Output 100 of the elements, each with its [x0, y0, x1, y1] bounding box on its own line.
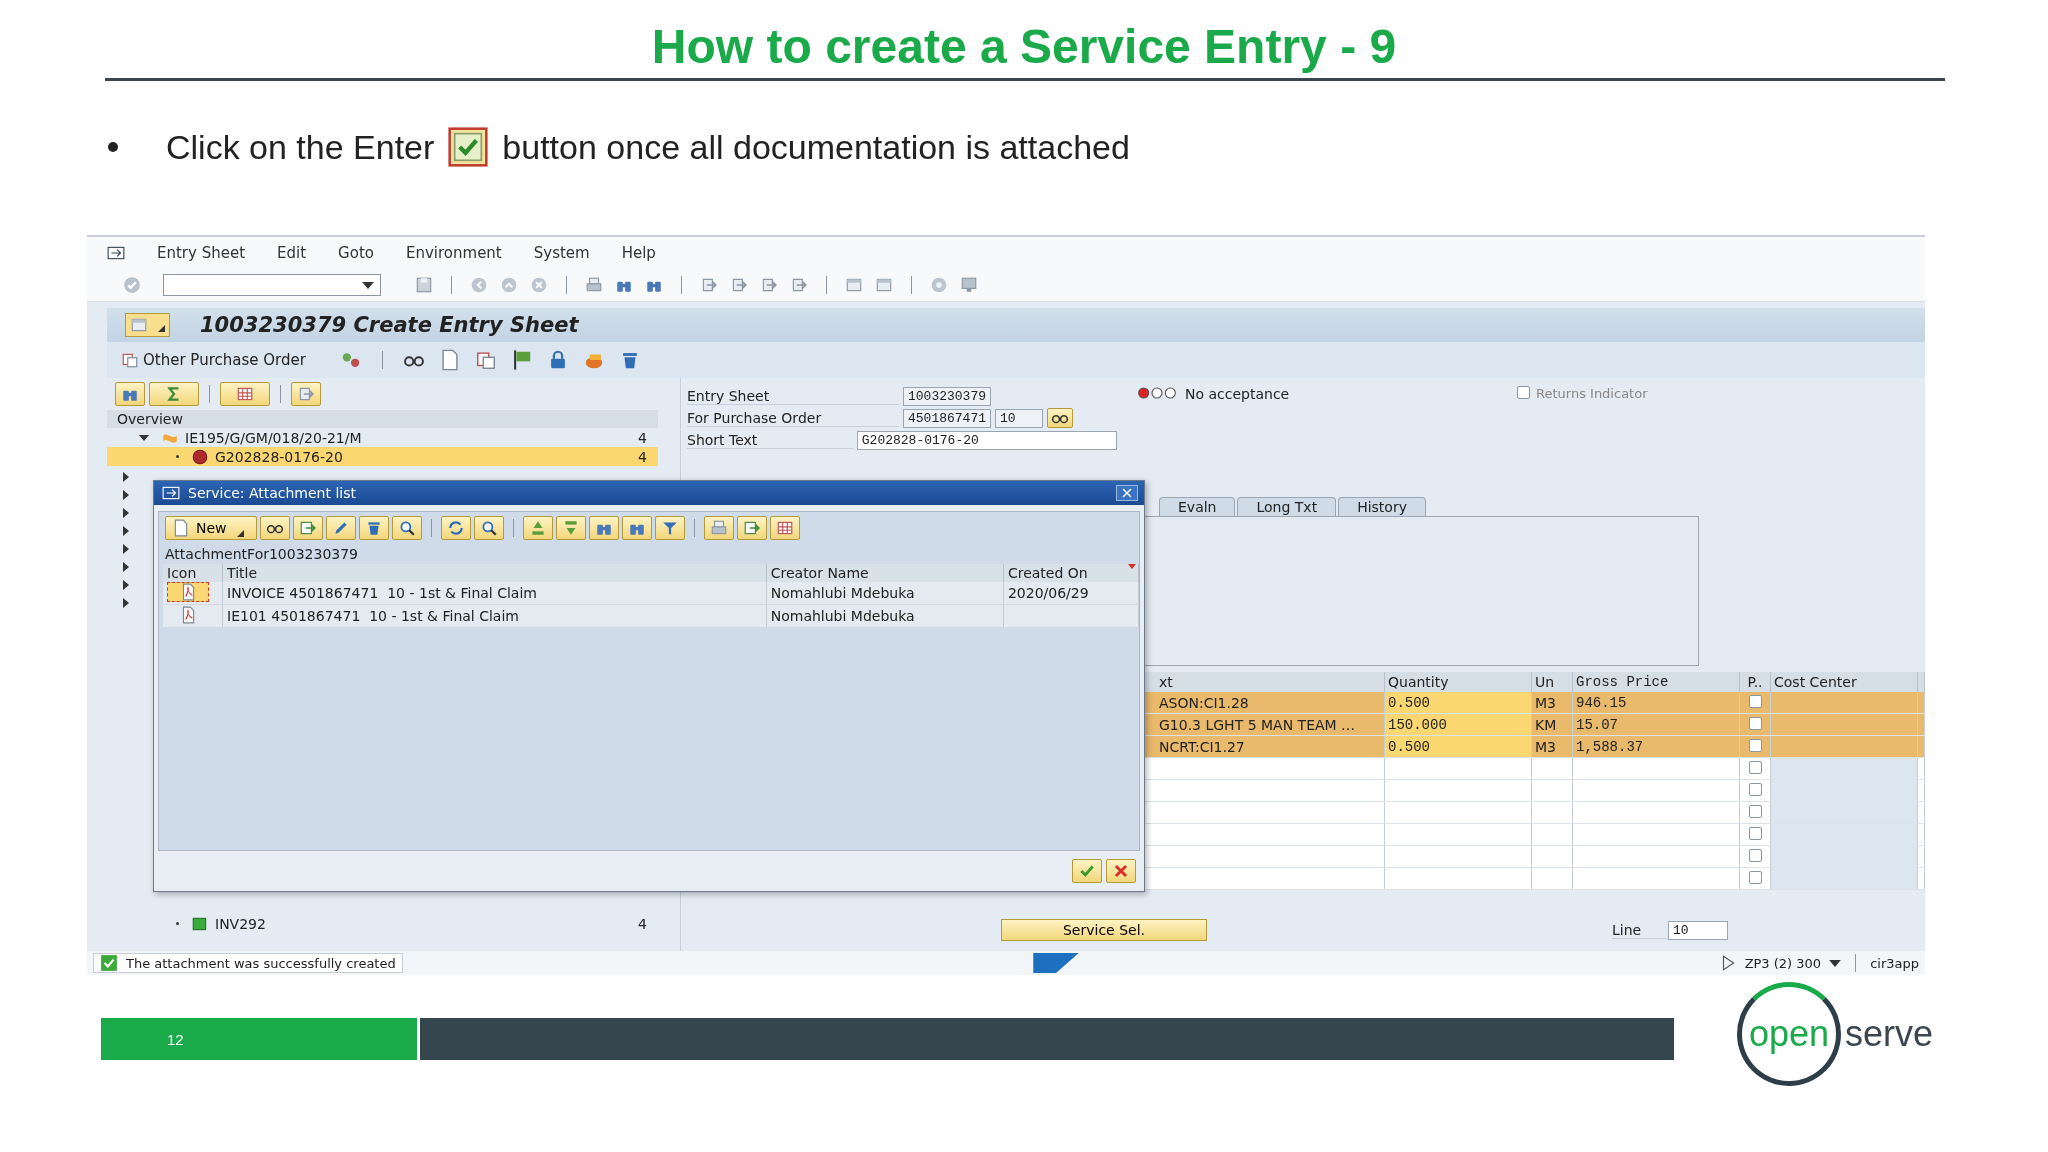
checkbox-label: Returns Indicator [1536, 386, 1648, 401]
menu-item[interactable]: Environment [405, 244, 502, 262]
find-button[interactable] [115, 382, 145, 406]
bullet-icon [108, 142, 118, 152]
display-button[interactable] [1047, 408, 1073, 428]
table-cell[interactable] [167, 582, 209, 602]
traffic-light-icon [1137, 386, 1177, 400]
check-icon[interactable] [123, 276, 141, 294]
tree-item[interactable]: G202828-0176-20 4 [107, 447, 658, 466]
menu-item[interactable]: Edit [277, 244, 307, 262]
service-selection-button[interactable]: Service Sel. [1001, 919, 1207, 941]
checkbox[interactable] [1748, 804, 1762, 818]
caret-icon [362, 281, 374, 289]
cancel-button[interactable] [1106, 859, 1136, 883]
refresh-button[interactable] [441, 516, 471, 540]
table-cell: ASON:CI1.28 [1159, 694, 1249, 711]
checkbox[interactable] [1748, 694, 1762, 708]
command-field[interactable] [163, 274, 381, 296]
checkbox[interactable] [1748, 848, 1762, 862]
table-cell: Nomahlubi Mdebuka [770, 608, 915, 624]
page-arrow-icon[interactable] [760, 276, 778, 294]
instruction-text: Click on the Enter [166, 127, 435, 167]
tree-label: G202828-0176-20 [215, 448, 344, 465]
caret-icon[interactable] [1829, 959, 1842, 967]
filter-icon [661, 519, 679, 537]
export-button[interactable] [293, 516, 323, 540]
print-icon[interactable] [585, 276, 603, 294]
copy-icon[interactable] [474, 349, 497, 371]
close-button[interactable] [1116, 485, 1138, 501]
new-button[interactable]: New [165, 516, 257, 540]
save-icon[interactable] [415, 276, 433, 294]
input-field[interactable]: 10 [995, 408, 1043, 428]
checkbox[interactable] [1748, 760, 1762, 774]
column-header: Quantity [1384, 672, 1532, 692]
window-menu-icon[interactable] [107, 244, 125, 262]
window-menu-icon[interactable] [162, 484, 180, 502]
magnifier-button[interactable] [474, 516, 504, 540]
input-field[interactable]: 1003230379 [903, 386, 991, 406]
column-header: Title [222, 564, 767, 582]
table-cell: M3 [1535, 694, 1556, 711]
checkbox[interactable] [1748, 826, 1762, 840]
window-icon [130, 316, 148, 334]
sort-button[interactable] [556, 516, 586, 540]
field-label: Short Text [687, 431, 853, 449]
table-cell: IE101 4501867471 10 - 1st & Final Claim [227, 608, 519, 624]
input-field[interactable]: 10 [1668, 920, 1728, 940]
hierarchy-button[interactable] [291, 382, 321, 406]
trash-button[interactable] [359, 516, 389, 540]
checkbox[interactable] [1748, 716, 1762, 730]
glasses-button[interactable] [260, 516, 290, 540]
close-icon [1112, 862, 1130, 880]
page-arrow-icon[interactable] [700, 276, 718, 294]
other-purchase-order-button[interactable]: Other Purchase Order [121, 351, 326, 369]
collapse-icon[interactable] [139, 432, 149, 443]
success-icon [100, 954, 118, 972]
field-label: For Purchase Order [687, 409, 899, 427]
sum-button[interactable] [149, 382, 199, 406]
find-button[interactable] [589, 516, 619, 540]
menu-item[interactable]: Entry Sheet [157, 244, 246, 262]
magnifier-icon [480, 519, 498, 537]
menu-item[interactable]: System [533, 244, 590, 262]
checkbox[interactable] [1748, 738, 1762, 752]
tab[interactable]: Long Txt [1237, 497, 1337, 516]
sort-icon [562, 519, 580, 537]
dialog-title: Service: Attachment list [188, 485, 356, 501]
monitor-icon[interactable] [960, 276, 978, 294]
input-field[interactable]: G202828-0176-20 [856, 430, 1117, 450]
checkbox[interactable] [1517, 386, 1530, 399]
grid-button[interactable] [770, 516, 800, 540]
page-arrow-icon[interactable] [730, 276, 748, 294]
filter-button[interactable] [655, 516, 685, 540]
table-cell: KM [1535, 716, 1557, 733]
menu-item[interactable]: Goto [338, 244, 374, 262]
input-field[interactable]: 4501867471 [903, 408, 991, 428]
menu-button[interactable] [125, 313, 170, 337]
page-arrow-icon [297, 385, 315, 403]
checkbox[interactable] [1748, 870, 1762, 884]
layout-button[interactable] [220, 382, 270, 406]
sort-button[interactable] [523, 516, 553, 540]
table-cell: 150.000 [1388, 716, 1447, 733]
pencil-button[interactable] [326, 516, 356, 540]
checkbox[interactable] [1748, 782, 1762, 796]
print-button[interactable] [704, 516, 734, 540]
magnifier-button[interactable] [392, 516, 422, 540]
tab[interactable]: Evaln [1159, 497, 1236, 516]
bullet-icon [176, 922, 179, 925]
tree-item[interactable]: IE195/G/GM/018/20-21/M 4 [107, 428, 658, 447]
field-label: Entry Sheet [687, 387, 899, 405]
enter-button[interactable] [1072, 859, 1102, 883]
page-arrow-icon[interactable] [790, 276, 808, 294]
status-text: No acceptance [1185, 386, 1290, 402]
menu-item[interactable]: Help [621, 244, 656, 262]
tab[interactable]: History [1338, 497, 1426, 516]
window-icon[interactable] [845, 276, 863, 294]
window-icon[interactable] [875, 276, 893, 294]
column-header: Gross Price [1572, 672, 1740, 692]
tree-item[interactable]: INV292 4 [107, 914, 658, 933]
export-button[interactable] [737, 516, 767, 540]
list-caption: AttachmentFor1003230379 [164, 545, 360, 564]
find-button[interactable] [622, 516, 652, 540]
